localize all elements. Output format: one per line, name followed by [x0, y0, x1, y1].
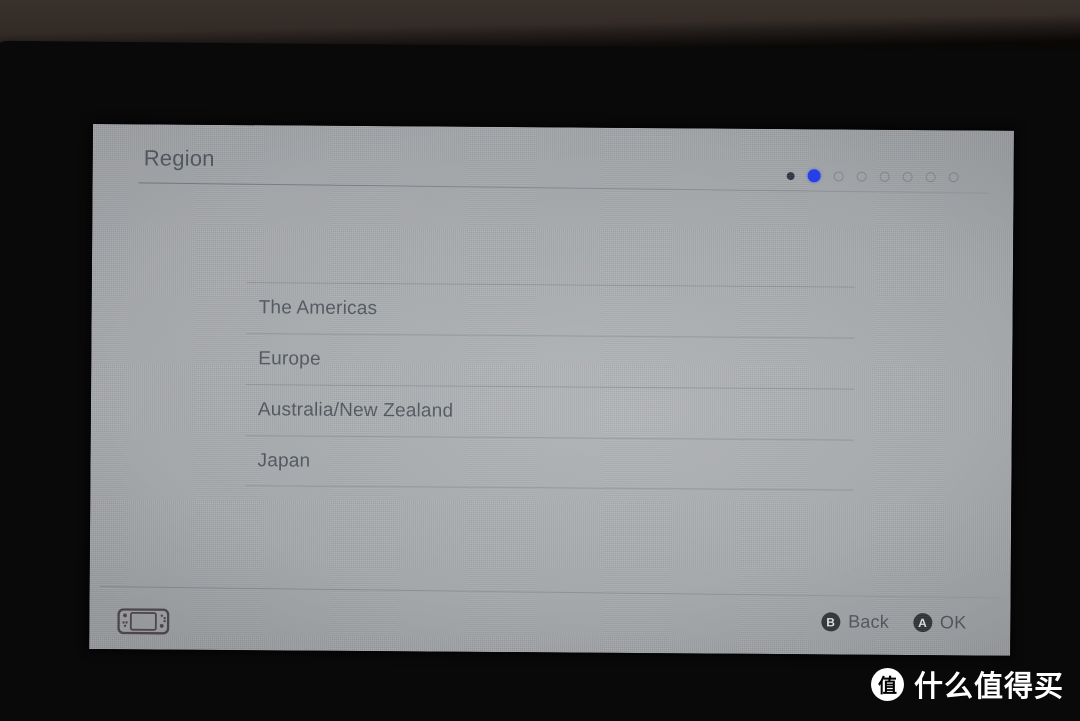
- photo-of-nintendo-switch: Region The Americas Europe Australia/New…: [0, 0, 1080, 721]
- page-indicator: [786, 169, 959, 183]
- footer-actions: B Back A OK: [821, 611, 966, 633]
- region-option-list: The Americas Europe Australia/New Zealan…: [245, 282, 855, 491]
- b-button-icon: B: [821, 612, 841, 632]
- watermark-text: 什么值得买: [913, 669, 1064, 703]
- page-dot-1: [786, 171, 795, 180]
- back-button[interactable]: B Back: [821, 611, 889, 632]
- option-label: Europe: [258, 348, 321, 370]
- page-title: Region: [143, 145, 215, 171]
- ok-button[interactable]: A OK: [912, 612, 967, 633]
- page-dot-6: [902, 171, 913, 182]
- option-label: Japan: [257, 449, 311, 472]
- region-option-australia-new-zealand[interactable]: Australia/New Zealand: [245, 384, 855, 440]
- header-divider: [138, 182, 989, 194]
- ok-label: OK: [939, 612, 967, 633]
- option-label: Australia/New Zealand: [257, 399, 454, 422]
- region-option-japan[interactable]: Japan: [245, 435, 854, 491]
- option-label: The Americas: [258, 297, 378, 320]
- page-dot-8: [948, 171, 959, 182]
- page-dot-2-current: [807, 169, 821, 183]
- back-label: Back: [848, 611, 890, 632]
- watermark: 值 什么值得买: [870, 663, 1064, 705]
- page-dot-3: [833, 170, 844, 182]
- a-button-icon: A: [912, 613, 933, 633]
- nintendo-switch-icon: [117, 608, 170, 635]
- screen-footer: B Back A OK: [89, 594, 1010, 656]
- page-dot-4: [856, 171, 867, 182]
- lcd-screen: Region The Americas Europe Australia/New…: [89, 124, 1014, 656]
- page-dot-5: [879, 171, 890, 182]
- region-option-the-americas[interactable]: The Americas: [246, 282, 855, 338]
- page-dot-7: [925, 171, 936, 182]
- watermark-badge: 值: [870, 667, 904, 701]
- region-option-europe[interactable]: Europe: [246, 333, 855, 389]
- setup-screen: Region The Americas Europe Australia/New…: [89, 124, 1014, 656]
- screen-header: Region: [93, 124, 1014, 194]
